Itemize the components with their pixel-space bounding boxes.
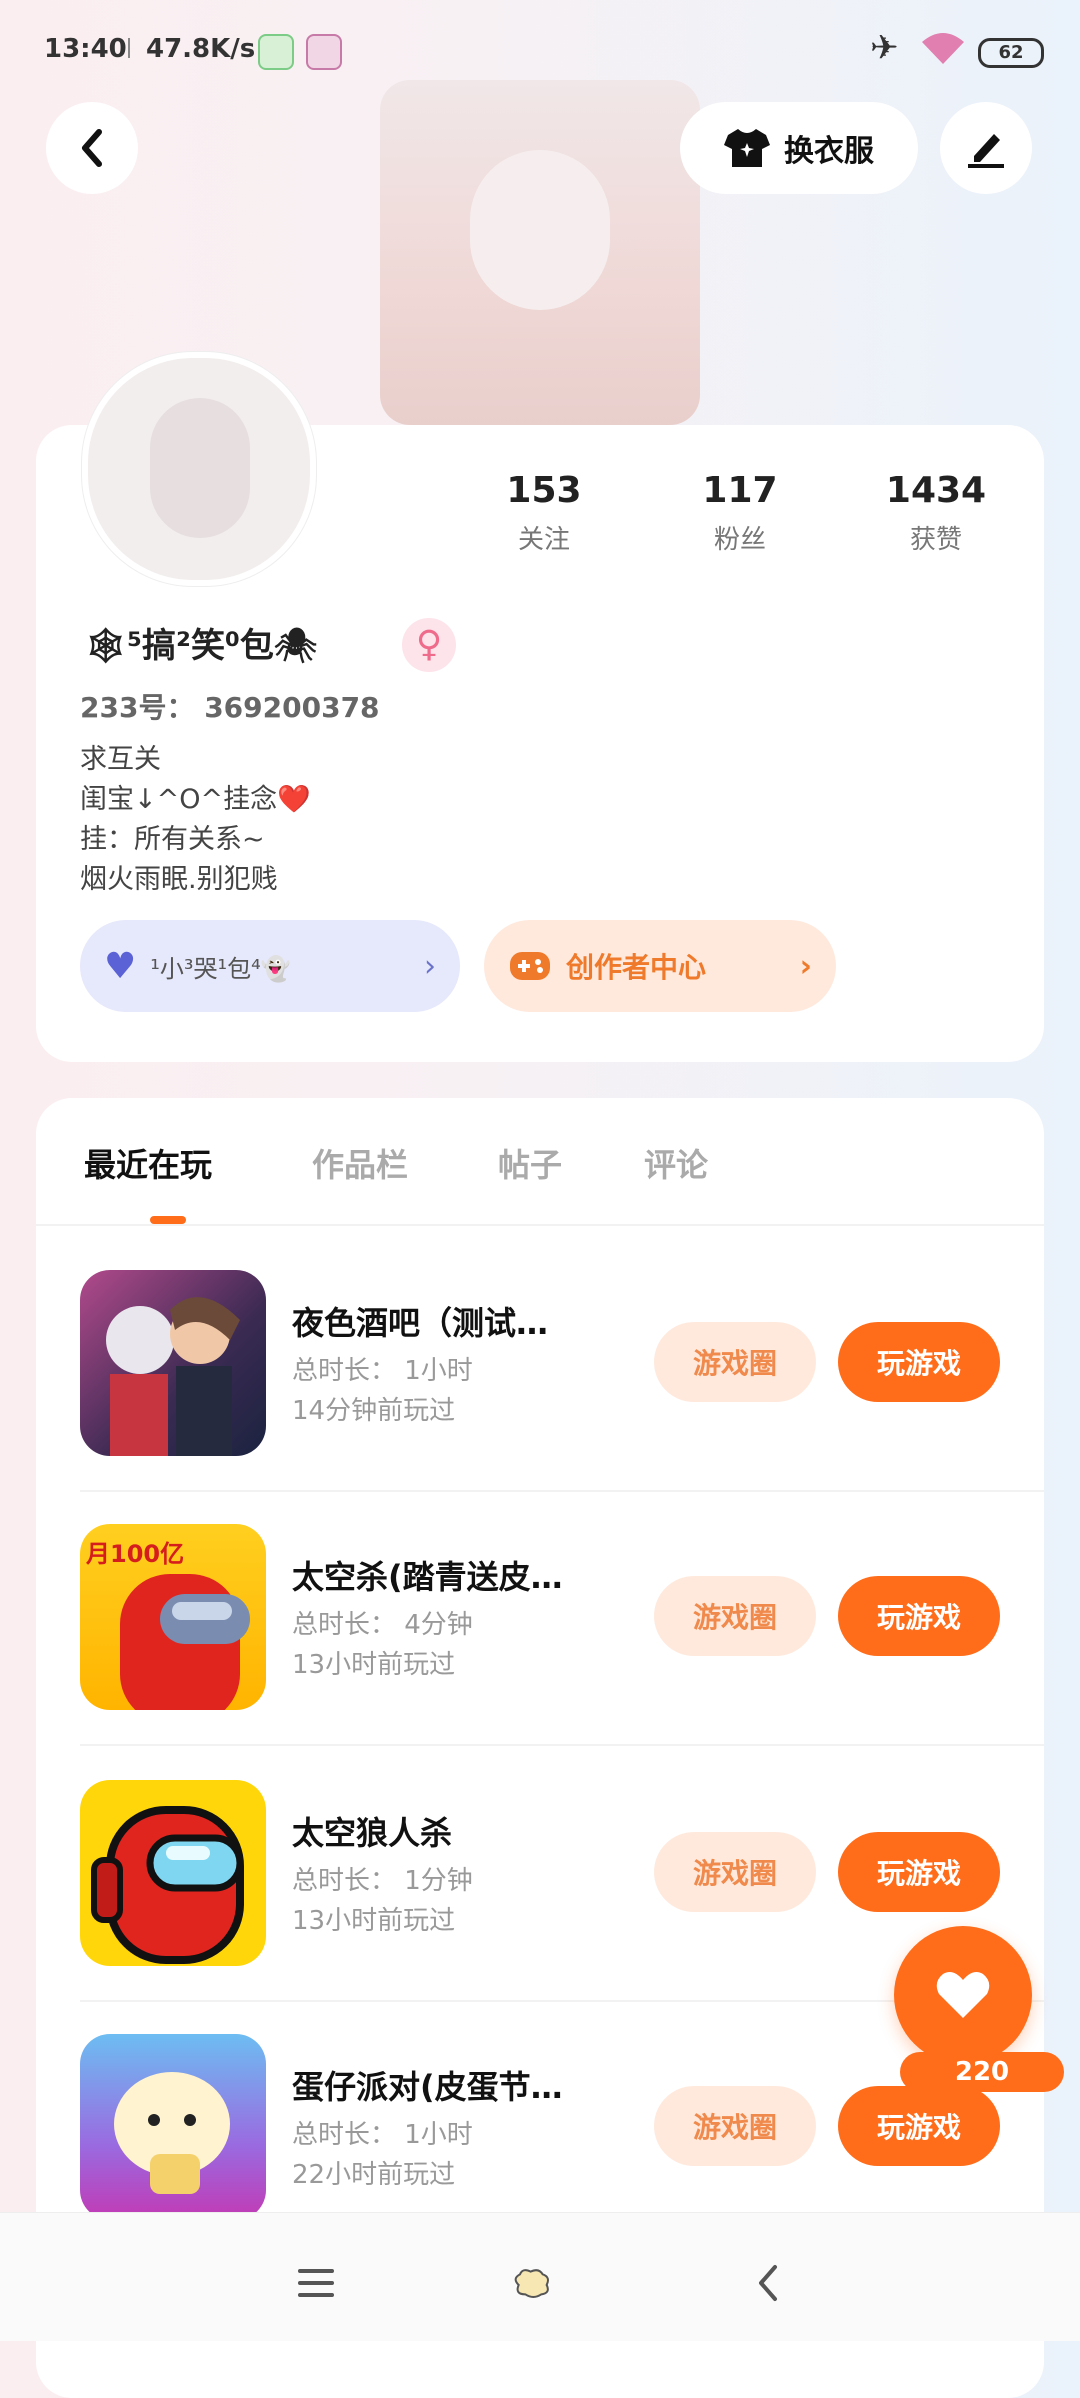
tab-recently-played[interactable]: 最近在玩 <box>84 1140 212 1186</box>
play-game-button[interactable]: 玩游戏 <box>838 2086 1000 2166</box>
stat-fans[interactable]: 117 粉丝 <box>660 470 820 556</box>
user-id: 233号： 369200378 <box>80 691 380 724</box>
last-played: 14分钟前玩过 <box>292 1396 456 1426</box>
tab-active-indicator <box>150 1216 186 1224</box>
game-thumbnail[interactable] <box>80 2034 266 2220</box>
game-thumbnail[interactable] <box>80 1270 266 1456</box>
last-played: 13小时前玩过 <box>292 1906 456 1936</box>
game-circle-button[interactable]: 游戏圈 <box>654 1576 816 1656</box>
notification-app-icon <box>306 34 342 70</box>
chevron-right-icon: › <box>799 948 812 984</box>
stat-value: 153 <box>506 470 582 511</box>
chevron-right-icon: › <box>424 948 436 984</box>
game-title: 蛋仔派对(皮蛋节… <box>292 2068 563 2106</box>
airplane-icon: ✈ <box>870 28 899 68</box>
change-outfit-label: 换衣服 <box>784 134 874 169</box>
game-thumbnail[interactable]: 月100亿 <box>80 1524 266 1710</box>
network-speed: 47.8K/s <box>146 34 256 64</box>
list-item[interactable]: 月100亿 太空杀(踏青送皮… 总时长： 4分钟 13小时前玩过 游戏圈 玩游戏 <box>80 1524 1044 1714</box>
stat-label: 粉丝 <box>713 525 766 555</box>
battery-indicator: 62 <box>978 38 1044 68</box>
heart-icon: ♥ <box>104 945 137 987</box>
pen-icon <box>968 134 1004 168</box>
list-item[interactable]: 蛋仔派对(皮蛋节… 总时长： 1小时 22小时前玩过 游戏圈 玩游戏 <box>80 2034 1044 2224</box>
heart-icon <box>936 1972 990 2018</box>
wifi-icon <box>922 33 964 64</box>
tab-comments[interactable]: 评论 <box>644 1140 708 1186</box>
fan-group-pill[interactable]: ♥ ¹小³哭¹包⁴👻 › <box>80 920 460 1012</box>
game-title: 夜色酒吧（测试… <box>292 1304 549 1342</box>
creator-center-button[interactable]: 创作者中心 › <box>484 920 836 1012</box>
play-game-button[interactable]: 玩游戏 <box>838 1832 1000 1912</box>
tab-works[interactable]: 作品栏 <box>312 1140 408 1186</box>
game-title: 太空杀(踏青送皮… <box>292 1558 563 1596</box>
among-us-character-image <box>91 1806 244 1964</box>
game-badge: 月100亿 <box>86 1540 185 1568</box>
stat-label: 获赞 <box>909 525 962 555</box>
like-count: 220 <box>900 2052 1064 2092</box>
list-item[interactable]: 夜色酒吧（测试… 总时长： 1小时 14分钟前玩过 游戏圈 玩游戏 <box>80 1270 1044 1460</box>
game-thumbnail[interactable] <box>80 1780 266 1966</box>
status-separator <box>128 38 130 58</box>
stat-likes[interactable]: 1434 获赞 <box>856 470 1016 556</box>
divider <box>80 1490 1044 1492</box>
chevron-left-icon <box>82 129 102 167</box>
play-game-button[interactable]: 玩游戏 <box>838 1576 1000 1656</box>
notification-app-icon <box>258 34 294 70</box>
play-duration: 总时长： 4分钟 <box>292 1610 473 1640</box>
change-outfit-button[interactable]: 换衣服 <box>680 102 918 194</box>
stat-value: 1434 <box>885 470 987 511</box>
home-icon[interactable] <box>512 2263 552 2303</box>
cookie-home-shape <box>514 2269 549 2298</box>
stat-value: 117 <box>702 470 778 511</box>
game-circle-button[interactable]: 游戏圈 <box>654 2086 816 2166</box>
eggy-party-character-image <box>114 2072 230 2194</box>
back-nav-icon[interactable] <box>748 2263 788 2303</box>
anime-characters-image <box>106 1297 240 1456</box>
tab-posts[interactable]: 帖子 <box>498 1140 562 1186</box>
nickname: 🕸⁵搞²笑⁰包🕷 <box>84 626 318 666</box>
play-duration: 总时长： 1小时 <box>292 1356 473 1386</box>
last-played: 13小时前玩过 <box>292 1650 456 1680</box>
stat-label: 关注 <box>517 525 570 555</box>
back-button[interactable] <box>46 102 138 194</box>
status-time: 13:40 <box>44 34 127 64</box>
list-item[interactable]: 太空狼人杀 总时长： 1分钟 13小时前玩过 游戏圈 玩游戏 <box>80 1780 1044 1970</box>
system-navigation-bar <box>0 2212 1080 2341</box>
game-title: 太空狼人杀 <box>292 1814 453 1852</box>
gamepad-icon <box>510 952 550 980</box>
divider <box>36 1224 1044 1226</box>
shirt-icon <box>724 129 770 167</box>
play-duration: 总时长： 1分钟 <box>292 1866 473 1896</box>
creator-center-label: 创作者中心 <box>566 951 707 984</box>
divider <box>80 1744 1044 1746</box>
bio-text: 求互关 闺宝↓^O^挂念❤️ 挂：所有关系~ 烟火雨眠.别犯贱 <box>80 744 311 895</box>
chevron-left-icon <box>759 2265 777 2301</box>
avatar[interactable] <box>82 352 316 586</box>
fan-group-label: ¹小³哭¹包⁴👻 <box>150 954 291 983</box>
game-circle-button[interactable]: 游戏圈 <box>654 1832 816 1912</box>
female-gender-icon: ♀ <box>402 618 456 672</box>
edit-profile-button[interactable] <box>940 102 1032 194</box>
menu-icon[interactable] <box>296 2263 336 2303</box>
menu-lines <box>298 2269 334 2297</box>
play-game-button[interactable]: 玩游戏 <box>838 1322 1000 1402</box>
stat-following[interactable]: 153 关注 <box>464 470 624 556</box>
last-played: 22小时前玩过 <box>292 2160 456 2190</box>
game-circle-button[interactable]: 游戏圈 <box>654 1322 816 1402</box>
play-duration: 总时长： 1小时 <box>292 2120 473 2150</box>
character-banner <box>380 80 700 425</box>
like-button[interactable] <box>894 1926 1032 2064</box>
